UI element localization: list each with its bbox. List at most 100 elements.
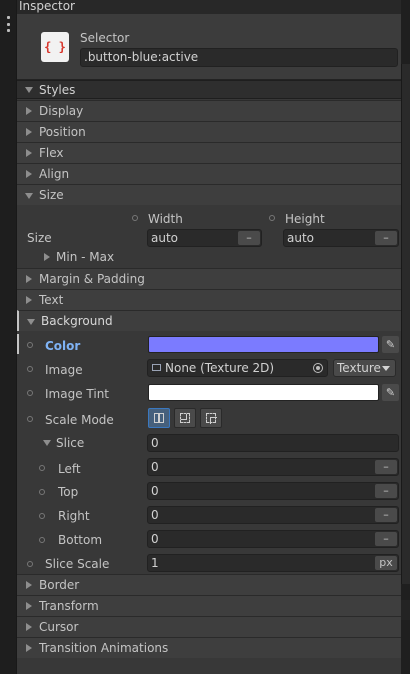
chevron-down-icon: [25, 193, 33, 199]
height-unit-dropdown[interactable]: –: [375, 231, 397, 245]
slice-scale-unit[interactable]: px: [375, 556, 397, 570]
slice-right-value: 0: [151, 508, 159, 522]
chevron-right-icon: [26, 296, 32, 304]
foldout-align[interactable]: Align: [17, 163, 401, 184]
slice-bottom-value: 0: [151, 532, 159, 546]
slice-top-value: 0: [151, 484, 159, 498]
slice-left-field[interactable]: 0–: [147, 458, 399, 476]
foldout-label: Margin & Padding: [39, 272, 145, 286]
slice-label[interactable]: Slice: [56, 436, 84, 450]
slice-scale-label: Slice Scale: [45, 557, 110, 571]
override-indicator-icon: [39, 465, 45, 471]
foldout-label: Transform: [39, 599, 99, 613]
foldout-border[interactable]: Border: [17, 574, 401, 595]
image-value: None (Texture 2D): [165, 361, 275, 375]
foldout-margin-padding[interactable]: Margin & Padding: [17, 268, 401, 289]
chevron-right-icon[interactable]: [44, 253, 50, 261]
foldout-transition-animations[interactable]: Transition Animations: [17, 637, 401, 658]
stretch-icon: [154, 413, 164, 423]
override-indicator-icon: [27, 342, 33, 348]
image-type-value: Texture: [337, 361, 381, 375]
vertical-scrollbar[interactable]: [401, 0, 410, 674]
chevron-right-icon: [26, 275, 32, 283]
foldout-text[interactable]: Text: [17, 289, 401, 310]
foldout-flex[interactable]: Flex: [17, 142, 401, 163]
chevron-down-icon: [382, 366, 390, 371]
eyedropper-icon[interactable]: ✎: [382, 384, 399, 401]
min-max-foldout[interactable]: Min - Max: [56, 250, 114, 264]
foldout-background[interactable]: Background: [17, 310, 401, 331]
background-body: Color ✎ Image None (Texture 2D) Texture …: [17, 331, 401, 574]
chevron-right-icon: [26, 107, 32, 115]
override-indicator-icon: [39, 513, 45, 519]
scrollbar-track[interactable]: [401, 64, 410, 584]
slice-left-label: Left: [58, 462, 81, 476]
override-indicator-icon: [27, 390, 33, 396]
slice-left-unit[interactable]: –: [375, 460, 397, 474]
image-tint-label: Image Tint: [45, 387, 110, 401]
slice-scale-value: 1: [151, 556, 159, 570]
override-indicator-icon: [39, 537, 45, 543]
foldout-label: Text: [39, 293, 64, 307]
color-field[interactable]: [148, 336, 379, 353]
foldout-display[interactable]: Display: [17, 100, 401, 121]
slice-scale-field[interactable]: 1 px: [147, 554, 399, 572]
image-tint-field[interactable]: [148, 384, 379, 401]
override-indicator-icon: [27, 366, 33, 372]
object-picker-icon[interactable]: [313, 363, 323, 373]
scale-mode-label: Scale Mode: [45, 413, 114, 427]
modified-indicator: [17, 334, 19, 354]
slice-top-unit[interactable]: –: [375, 484, 397, 498]
foldout-label: Border: [39, 578, 80, 592]
scale-mode-stretch-button[interactable]: [148, 408, 170, 428]
fit-icon: [206, 413, 217, 424]
slice-bottom-unit[interactable]: –: [375, 532, 397, 546]
slice-right-field[interactable]: 0–: [147, 506, 399, 524]
width-unit-dropdown[interactable]: –: [238, 231, 260, 245]
slice-value: 0: [151, 436, 159, 450]
scale-mode-crop-button[interactable]: [174, 408, 196, 428]
chevron-right-icon: [26, 644, 32, 652]
foldout-label: Cursor: [39, 620, 79, 634]
selector-header: { } Selector .button-blue:active: [17, 14, 401, 80]
scrollbar-lower-region: [401, 600, 410, 620]
chevron-right-icon: [26, 128, 32, 136]
slice-top-field[interactable]: 0–: [147, 482, 399, 500]
selector-braces-icon: { }: [41, 32, 69, 62]
foldout-position[interactable]: Position: [17, 121, 401, 142]
foldout-label: Transition Animations: [39, 641, 169, 655]
slice-field[interactable]: 0: [147, 434, 399, 452]
width-label: Width: [148, 212, 183, 226]
chevron-right-icon: [26, 602, 32, 610]
styles-section-header[interactable]: Styles: [17, 80, 401, 99]
slice-bottom-label: Bottom: [58, 533, 103, 547]
size-body: Width Height Size auto – auto – Min - Ma…: [17, 205, 401, 268]
scale-mode-fit-button[interactable]: [200, 408, 222, 428]
foldout-label: Align: [39, 167, 70, 181]
color-label: Color: [45, 339, 81, 353]
chevron-down-icon[interactable]: [43, 440, 51, 446]
selector-input[interactable]: .button-blue:active: [80, 48, 398, 67]
chevron-down-icon: [25, 87, 33, 93]
foldout-cursor[interactable]: Cursor: [17, 616, 401, 637]
image-type-dropdown[interactable]: Texture: [333, 359, 396, 377]
override-indicator-icon: [269, 215, 275, 221]
foldout-size[interactable]: Size: [17, 184, 401, 205]
width-field[interactable]: auto –: [147, 229, 262, 247]
texture-icon: [152, 364, 161, 371]
kebab-menu-icon[interactable]: [4, 16, 12, 32]
inspector-title: Inspector: [17, 0, 401, 14]
left-dock-strip: [0, 0, 17, 674]
height-label: Height: [285, 212, 325, 226]
chevron-right-icon: [26, 581, 32, 589]
foldout-transform[interactable]: Transform: [17, 595, 401, 616]
crop-icon: [180, 413, 190, 423]
width-value: auto: [151, 231, 179, 245]
slice-bottom-field[interactable]: 0–: [147, 530, 399, 548]
chevron-down-icon: [27, 319, 35, 325]
foldout-label: Display: [39, 104, 84, 118]
slice-right-unit[interactable]: –: [375, 508, 397, 522]
eyedropper-icon[interactable]: ✎: [382, 336, 399, 353]
image-object-field[interactable]: None (Texture 2D): [147, 359, 328, 377]
height-field[interactable]: auto –: [283, 229, 399, 247]
